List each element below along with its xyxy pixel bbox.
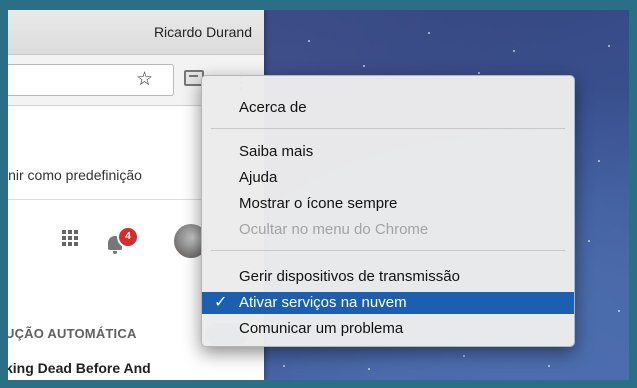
star [598, 160, 600, 162]
star [363, 65, 365, 67]
menu-item-about[interactable]: Acerca de [202, 97, 574, 119]
screenshot-frame: Ricardo Durand ☆ ⋮ inir como predefiniçã… [8, 10, 629, 380]
menu-item-label: Ativar serviços na nuvem [239, 294, 407, 311]
menu-item-label: Acerca de [239, 99, 307, 116]
star [513, 50, 515, 52]
notification-badge: 4 [117, 226, 139, 248]
star [463, 355, 465, 357]
menu-item-enable-cloud-services[interactable]: ✓ Ativar serviços na nuvem [202, 292, 574, 314]
star [428, 32, 430, 34]
menu-item-label: Saiba mais [239, 143, 314, 160]
extension-context-menu: Acerca de Saiba mais Ajuda Mostrar o íco… [201, 75, 575, 347]
menu-item-label: Comunicar um problema [239, 320, 404, 337]
menu-item-help[interactable]: Ajuda [202, 167, 574, 189]
menu-item-label: Ocultar no menu do Chrome [239, 221, 429, 238]
section-label: UÇÃO AUTOMÁTICA [8, 326, 137, 341]
star [548, 365, 550, 367]
apps-grid-icon[interactable] [62, 230, 78, 246]
set-default-link[interactable]: inir como predefinição [8, 167, 142, 183]
menu-separator [211, 128, 565, 129]
profile-name[interactable]: Ricardo Durand [154, 24, 252, 40]
star [588, 240, 590, 242]
menu-item-report-problem[interactable]: Comunicar um problema [202, 318, 574, 340]
window-titlebar: Ricardo Durand [8, 10, 264, 55]
star [478, 72, 480, 74]
menu-item-label: Ajuda [239, 169, 278, 186]
star [308, 40, 310, 42]
menu-item-hide-in-chrome-menu: Ocultar no menu do Chrome [202, 219, 574, 241]
star [368, 368, 370, 370]
checkmark-icon: ✓ [214, 294, 228, 311]
menu-item-learn-more[interactable]: Saiba mais [202, 141, 574, 163]
menu-separator [211, 250, 565, 251]
menu-item-label: Gerir dispositivos de transmissão [239, 268, 460, 285]
address-bar[interactable]: ☆ [8, 64, 174, 96]
menu-item-label: Mostrar o ícone sempre [239, 195, 398, 212]
menu-item-always-show-icon[interactable]: Mostrar o ícone sempre [202, 193, 574, 215]
star [283, 365, 285, 367]
star [618, 310, 620, 312]
bookmark-star-icon[interactable]: ☆ [136, 70, 153, 90]
menu-item-manage-cast-devices[interactable]: Gerir dispositivos de transmissão [202, 266, 574, 288]
star [608, 45, 610, 47]
article-title[interactable]: king Dead Before And [8, 360, 151, 376]
